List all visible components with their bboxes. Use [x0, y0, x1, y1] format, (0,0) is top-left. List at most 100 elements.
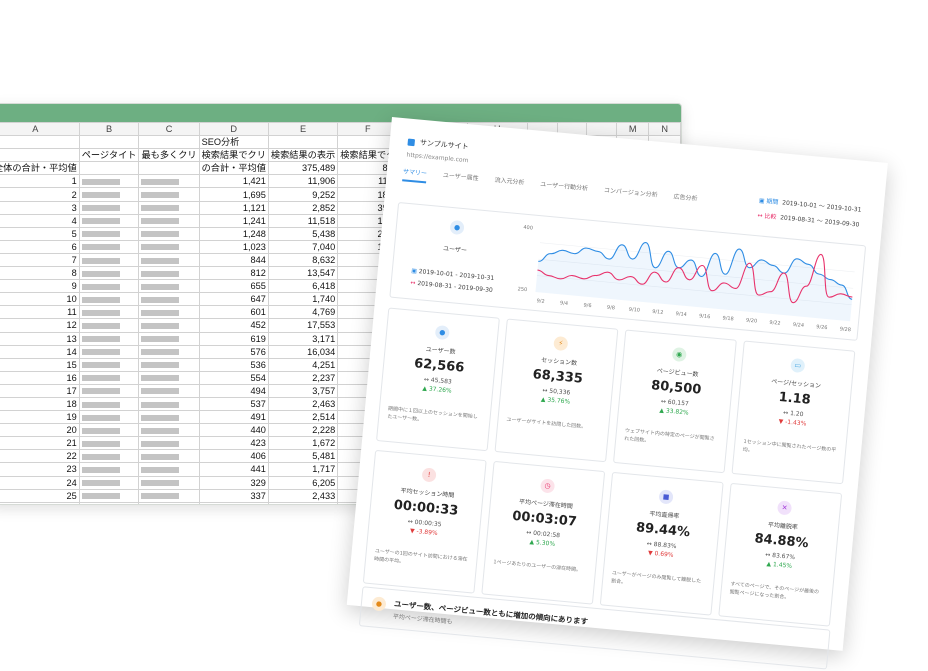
- sheet-cell[interactable]: N: [648, 121, 681, 137]
- sheet-cell[interactable]: [78, 396, 140, 412]
- tab-ads[interactable]: 広告分析: [673, 191, 698, 208]
- sheet-cell[interactable]: [138, 475, 200, 490]
- sheet-cell[interactable]: [138, 187, 200, 202]
- sheet-cell[interactable]: 255: [198, 501, 269, 504]
- sheet-cell[interactable]: [138, 292, 200, 307]
- sheet-cell[interactable]: [78, 383, 140, 398]
- sheet-cell[interactable]: [78, 292, 140, 307]
- sheet-cell[interactable]: 423: [198, 436, 269, 451]
- sheet-cell[interactable]: [138, 252, 200, 268]
- sheet-cell[interactable]: 4,769: [267, 305, 339, 320]
- sheet-cell[interactable]: 1,121: [198, 200, 269, 215]
- sheet-cell[interactable]: 1,421: [198, 174, 269, 189]
- sheet-cell[interactable]: 2,463: [267, 396, 339, 412]
- sheet-cell[interactable]: 9,252: [267, 187, 339, 202]
- sheet-cell[interactable]: [78, 318, 140, 333]
- sheet-cell[interactable]: 452: [198, 318, 269, 333]
- sheet-cell[interactable]: 8,632: [267, 252, 339, 268]
- sheet-cell[interactable]: 601: [198, 305, 269, 320]
- sheet-cell[interactable]: [0, 148, 80, 163]
- sheet-cell[interactable]: [138, 331, 200, 346]
- sheet-cell[interactable]: 検索結果でクリ: [198, 148, 269, 163]
- sheet-cell[interactable]: 1,740: [267, 292, 339, 307]
- sheet-cell[interactable]: [78, 436, 140, 451]
- sheet-cell[interactable]: [138, 488, 200, 503]
- sheet-cell[interactable]: [138, 383, 200, 398]
- sheet-cell[interactable]: 10: [0, 292, 80, 307]
- sheet-cell[interactable]: 6,418: [267, 279, 339, 294]
- sheet-cell[interactable]: 1,695: [198, 187, 269, 202]
- sheet-cell[interactable]: [138, 226, 200, 241]
- tab-conversion[interactable]: コンバージョン分析: [603, 185, 658, 205]
- sheet-cell[interactable]: 536: [198, 357, 269, 372]
- sheet-cell[interactable]: 1: [0, 174, 80, 189]
- sheet-cell[interactable]: 441: [198, 462, 269, 477]
- sheet-cell[interactable]: 337: [198, 488, 269, 503]
- sheet-cell[interactable]: 9: [0, 279, 80, 294]
- tab-user-behavior[interactable]: ユーザー行動分析: [539, 179, 588, 198]
- sheet-cell[interactable]: A: [0, 121, 80, 137]
- sheet-cell[interactable]: 406: [198, 449, 269, 464]
- sheet-cell[interactable]: [78, 187, 140, 202]
- sheet-cell[interactable]: [138, 423, 200, 438]
- sheet-cell[interactable]: 8,591: [267, 501, 339, 504]
- sheet-cell[interactable]: 6,205: [267, 475, 339, 490]
- sheet-cell[interactable]: 24: [0, 475, 80, 490]
- sheet-cell[interactable]: [138, 200, 200, 215]
- sheet-cell[interactable]: [78, 279, 140, 294]
- sheet-cell[interactable]: [78, 410, 140, 425]
- sheet-cell[interactable]: [138, 318, 200, 333]
- sheet-cell[interactable]: 20: [0, 423, 80, 438]
- sheet-cell[interactable]: [78, 305, 140, 320]
- sheet-cell[interactable]: 23: [0, 462, 80, 477]
- sheet-cell[interactable]: 1,241: [198, 213, 269, 228]
- sheet-cell[interactable]: 22: [0, 449, 80, 464]
- sheet-cell[interactable]: 11,906: [267, 174, 339, 189]
- sheet-cell[interactable]: 537: [198, 396, 269, 412]
- sheet-cell[interactable]: [138, 357, 200, 372]
- sheet-cell[interactable]: [138, 174, 200, 189]
- sheet-cell[interactable]: E: [267, 121, 339, 137]
- sheet-cell[interactable]: 440: [198, 423, 269, 438]
- sheet-cell[interactable]: 554: [198, 370, 269, 385]
- sheet-cell[interactable]: 2,514: [267, 410, 339, 425]
- sheet-cell[interactable]: 5,481: [267, 449, 339, 464]
- sheet-cell[interactable]: 5,438: [267, 226, 339, 241]
- sheet-cell[interactable]: 11,518: [267, 213, 339, 228]
- sheet-cell[interactable]: 7: [0, 252, 80, 268]
- sheet-cell[interactable]: [138, 239, 200, 254]
- sheet-cell[interactable]: [78, 161, 140, 176]
- sheet-cell[interactable]: の合計・平均値: [198, 161, 269, 176]
- sheet-cell[interactable]: [78, 266, 140, 281]
- sheet-cell[interactable]: 15: [0, 357, 80, 372]
- sheet-cell[interactable]: 7,040: [267, 239, 339, 254]
- sheet-cell[interactable]: [78, 423, 140, 438]
- sheet-cell[interactable]: 26: [0, 501, 80, 504]
- sheet-cell[interactable]: [78, 475, 140, 490]
- sheet-cell[interactable]: 14: [0, 344, 80, 359]
- sheet-cell[interactable]: [78, 357, 140, 372]
- sheet-cell[interactable]: [78, 501, 140, 504]
- sheet-cell[interactable]: [138, 305, 200, 320]
- sheet-cell[interactable]: M: [616, 121, 650, 137]
- sheet-cell[interactable]: 16,034: [267, 344, 339, 359]
- sheet-cell[interactable]: 491: [198, 410, 269, 425]
- sheet-cell[interactable]: 13,547: [267, 266, 339, 281]
- sheet-cell[interactable]: [138, 213, 200, 228]
- tab-summary[interactable]: サマリー: [402, 166, 428, 184]
- sheet-cell[interactable]: 8: [0, 266, 80, 281]
- sheet-cell[interactable]: [78, 344, 140, 359]
- sheet-cell[interactable]: [267, 135, 339, 150]
- sheet-cell[interactable]: 25: [0, 488, 80, 503]
- sheet-cell[interactable]: [138, 449, 200, 464]
- sheet-cell[interactable]: 329: [198, 475, 269, 490]
- sheet-cell[interactable]: [78, 174, 140, 189]
- sheet-cell[interactable]: 最も多くクリ: [138, 148, 200, 163]
- sheet-cell[interactable]: [78, 135, 140, 150]
- sheet-cell[interactable]: 18: [0, 396, 80, 412]
- sheet-cell[interactable]: 21: [0, 436, 80, 451]
- sheet-cell[interactable]: [78, 239, 140, 254]
- sheet-cell[interactable]: 375,489: [267, 161, 339, 176]
- sheet-cell[interactable]: [78, 226, 140, 241]
- sheet-cell[interactable]: 17,553: [267, 318, 339, 333]
